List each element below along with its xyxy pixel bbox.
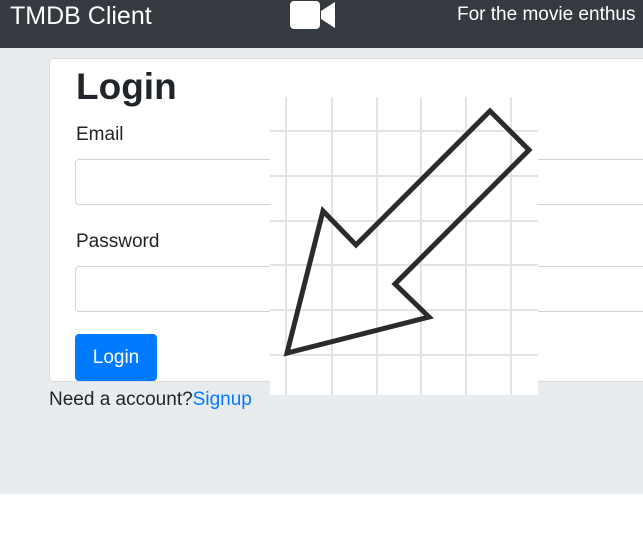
signup-link[interactable]: Signup (193, 389, 252, 410)
signup-prompt-text: Need a account? (49, 389, 193, 410)
arrow-down-left-icon (270, 97, 538, 395)
navbar-tagline: For the movie enthus (457, 4, 636, 25)
signup-prompt: Need a account?Signup (49, 387, 252, 413)
brand-title[interactable]: TMDB Client (10, 1, 152, 31)
login-button[interactable]: Login (75, 334, 157, 381)
email-label: Email (76, 124, 124, 145)
password-label: Password (76, 231, 160, 252)
video-camera-icon (290, 1, 335, 29)
login-title: Login (76, 66, 177, 107)
top-navbar: TMDB Client For the movie enthus (0, 0, 643, 48)
